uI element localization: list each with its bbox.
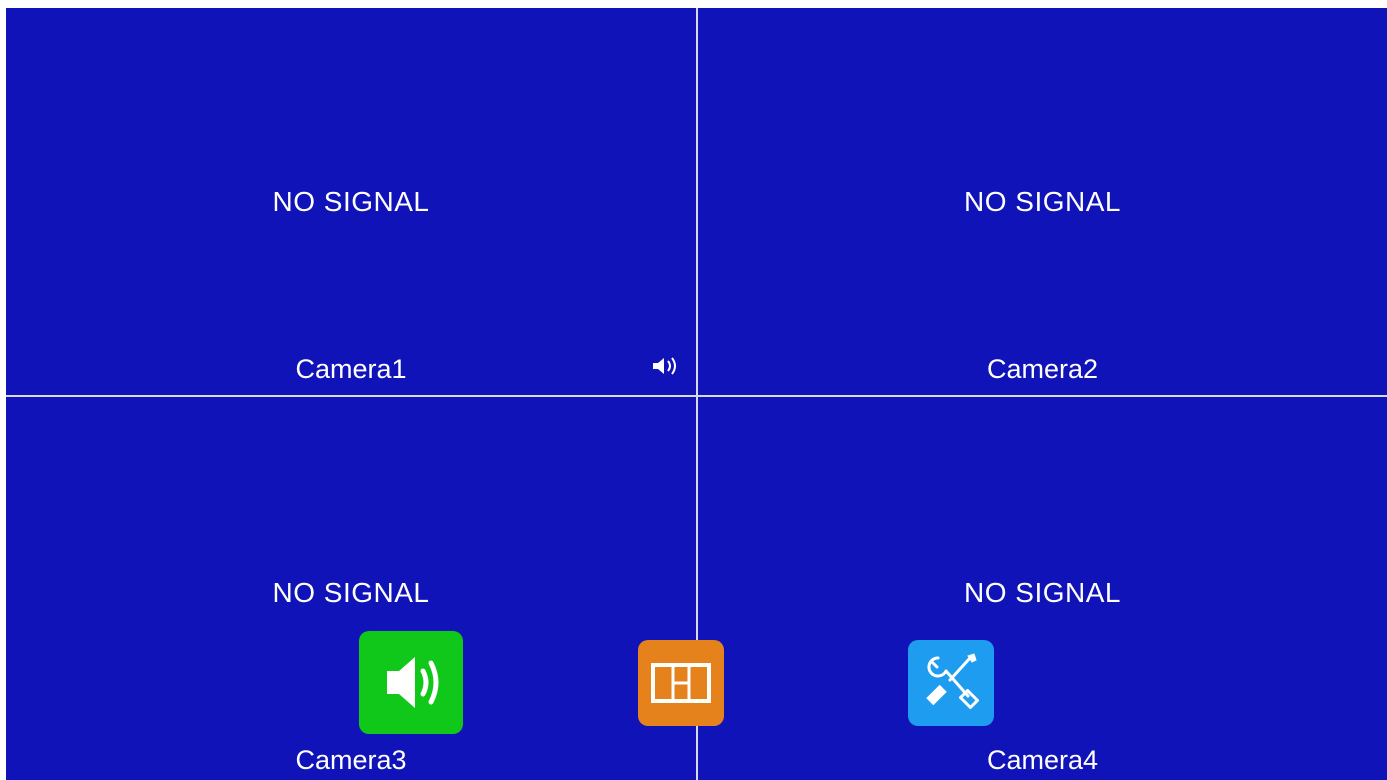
horizontal-divider [6,395,1387,397]
camera-view-4[interactable]: NO SIGNAL Camera4 [698,397,1387,780]
no-signal-text: NO SIGNAL [964,577,1121,608]
camera-view-3[interactable]: NO SIGNAL Camera3 [6,397,696,780]
split-layout-icon [651,663,711,703]
camera-label: Camera2 [986,354,1099,384]
speaker-small-icon [653,357,676,375]
camera-view-1[interactable]: NO SIGNAL Camera1 [6,8,696,395]
no-signal-text: NO SIGNAL [964,186,1121,217]
volume-button[interactable] [359,631,463,734]
speaker-icon [387,657,439,708]
wrench-screwdriver-icon [926,653,979,709]
camera-label: Camera4 [986,745,1099,775]
settings-button[interactable] [908,640,994,726]
camera-label: Camera3 [295,745,407,775]
camera-label: Camera1 [295,354,407,384]
no-signal-text: NO SIGNAL [272,577,430,608]
layout-button[interactable] [638,640,724,726]
camera-grid-screen: NO SIGNAL Camera1 NO SIGNAL Camera2 NO S… [6,8,1387,780]
no-signal-text: NO SIGNAL [272,186,430,217]
camera-view-2[interactable]: NO SIGNAL Camera2 [698,8,1387,395]
